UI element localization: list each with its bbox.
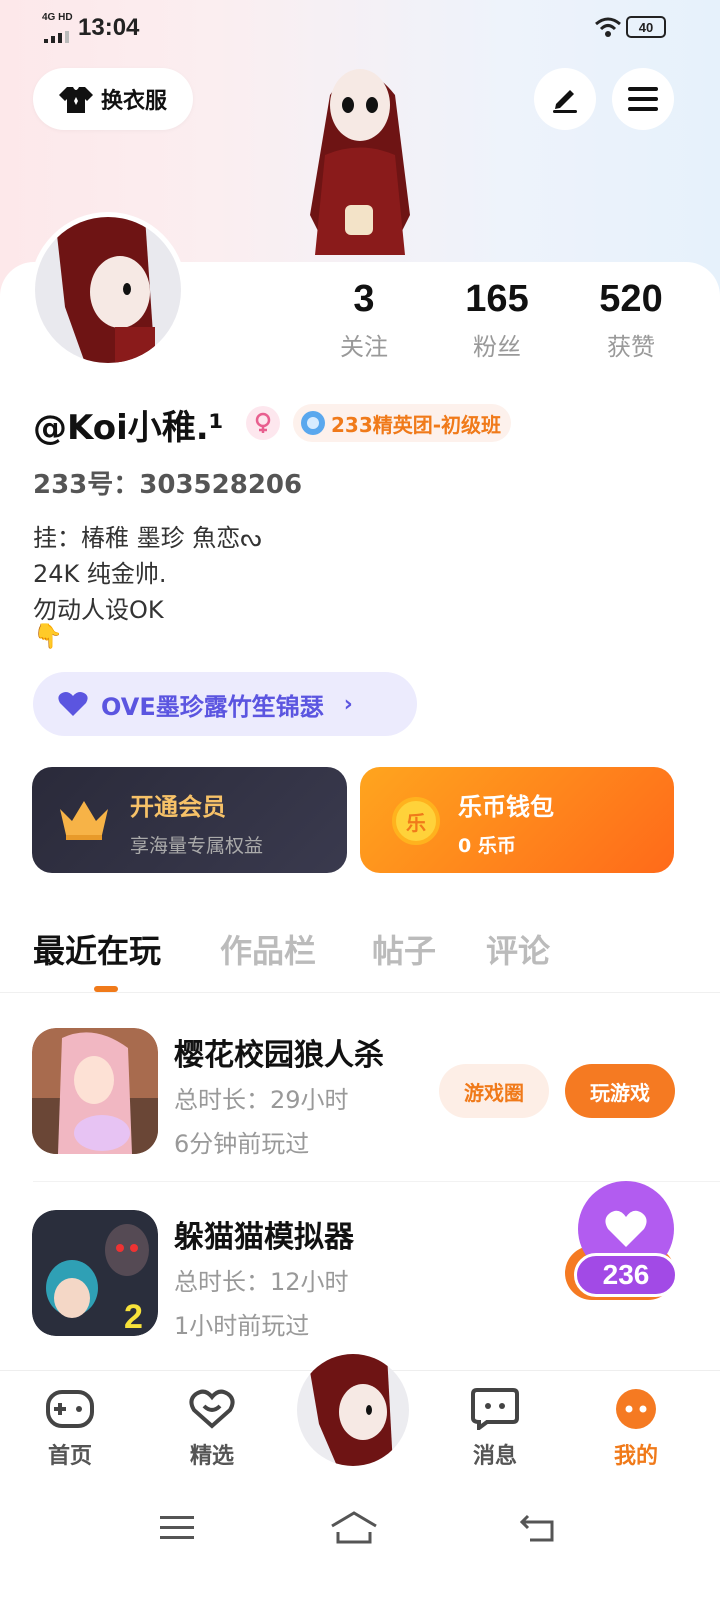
followers-stat[interactable]: 165 粉丝 — [437, 277, 557, 362]
nav-me-label: 我的 — [613, 1444, 658, 1469]
crown-icon — [60, 801, 108, 840]
username: @Koi小稚.¹ — [33, 408, 224, 448]
play-game-button[interactable]: 玩游戏 — [565, 1064, 675, 1118]
signal-icon — [44, 28, 72, 47]
female-gender-icon — [246, 406, 280, 440]
coin-icon-char: 乐 — [406, 810, 426, 835]
nav-featured-label: 精选 — [189, 1444, 234, 1469]
fan-group-pill[interactable]: OVE墨珍露竹笙锦瑟 › — [33, 672, 417, 736]
game-last-played: 6分钟前玩过 — [174, 1130, 310, 1158]
wifi-icon — [594, 16, 622, 42]
game-title: 躲猫猫模拟器 — [174, 1220, 354, 1255]
followers-count: 165 — [465, 278, 529, 320]
menu-button[interactable] — [612, 68, 674, 130]
heart-chat-icon — [189, 1389, 235, 1429]
home-icon[interactable] — [330, 1510, 378, 1544]
gamepad-icon — [46, 1390, 94, 1428]
following-count: 3 — [353, 278, 375, 320]
edit-profile-button[interactable] — [534, 68, 596, 130]
wallet-title: 乐币钱包 — [458, 793, 554, 821]
nav-featured[interactable]: 精选 — [162, 1388, 262, 1470]
game-duration: 总时长：29小时 — [174, 1086, 349, 1114]
chevron-right-icon: › — [343, 691, 353, 717]
like-count-badge[interactable]: 236 — [574, 1253, 678, 1297]
wallet-card[interactable]: 乐 乐币钱包 0 乐币 — [360, 767, 674, 873]
bio-line-4: 👇 — [33, 622, 63, 650]
fan-group-label: OVE墨珍露竹笙锦瑟 — [101, 692, 324, 721]
nav-messages[interactable]: 消息 — [445, 1388, 545, 1470]
wallet-balance: 0 乐币 — [458, 835, 516, 857]
nav-avatar[interactable] — [297, 1354, 409, 1466]
network-indicator: 4G HD — [42, 12, 73, 23]
battery-level: 40 — [638, 19, 654, 35]
tab-comments[interactable]: 评论 — [486, 926, 550, 972]
avatar-character-image[interactable] — [270, 55, 450, 270]
nav-home-label: 首页 — [47, 1444, 92, 1469]
hamburger-icon — [628, 87, 658, 111]
bio-line-3: 勿动人设OK — [33, 596, 164, 624]
game-last-played: 1小时前玩过 — [174, 1312, 310, 1340]
heart-icon — [605, 1210, 647, 1247]
system-navigation-bar — [0, 1488, 720, 1600]
clock: 13:04 — [78, 14, 140, 41]
shirt-icon — [58, 87, 93, 113]
nav-me[interactable]: 我的 — [586, 1388, 686, 1470]
gem-icon — [301, 411, 325, 435]
nav-home[interactable]: 首页 — [20, 1388, 120, 1470]
profile-icon — [616, 1389, 656, 1429]
battery-icon: 40 — [626, 16, 666, 38]
tab-works[interactable]: 作品栏 — [220, 926, 316, 972]
game-title: 樱花校园狼人杀 — [174, 1038, 384, 1073]
likes-count: 520 — [599, 278, 663, 320]
game-icon[interactable]: 2 — [32, 1210, 158, 1336]
likes-stat[interactable]: 520 获赞 — [571, 277, 691, 362]
user-id: 233号：303528206 — [33, 470, 303, 500]
heart-icon — [58, 692, 88, 716]
avatar[interactable] — [35, 217, 181, 363]
likes-label: 获赞 — [607, 333, 655, 361]
change-outfit-button[interactable]: 换衣服 — [33, 68, 193, 130]
bio-line-2: 24K 纯金帅. — [33, 560, 167, 588]
tab-posts[interactable]: 帖子 — [372, 926, 436, 972]
vip-title: 开通会员 — [130, 793, 226, 821]
divider — [0, 992, 720, 993]
status-bar: 4G HD 13:04 40 — [0, 0, 720, 56]
vip-subtitle: 享海量专属权益 — [130, 835, 264, 857]
message-icon — [471, 1388, 519, 1432]
back-icon[interactable] — [520, 1512, 556, 1542]
group-badge[interactable]: 233精英团-初级班 — [293, 404, 512, 442]
group-badge-label: 233精英团-初级班 — [331, 412, 502, 437]
coin-icon: 乐 — [392, 797, 440, 845]
game-icon[interactable] — [32, 1028, 158, 1154]
following-label: 关注 — [340, 333, 388, 361]
nav-messages-label: 消息 — [472, 1444, 517, 1469]
pen-icon — [553, 90, 577, 113]
tab-recent[interactable]: 最近在玩 — [33, 926, 161, 972]
vip-card[interactable]: 开通会员 享海量专属权益 — [32, 767, 347, 873]
following-stat[interactable]: 3 关注 — [304, 277, 424, 362]
game-duration: 总时长：12小时 — [174, 1268, 349, 1296]
game-circle-button[interactable]: 游戏圈 — [439, 1064, 549, 1118]
recents-icon[interactable] — [160, 1514, 194, 1542]
change-outfit-label: 换衣服 — [100, 89, 167, 114]
followers-label: 粉丝 — [473, 333, 521, 361]
svg-text:2: 2 — [124, 1298, 143, 1336]
bio-line-1: 挂：椿稚 墨珍 魚恋ᔓ — [33, 524, 262, 552]
